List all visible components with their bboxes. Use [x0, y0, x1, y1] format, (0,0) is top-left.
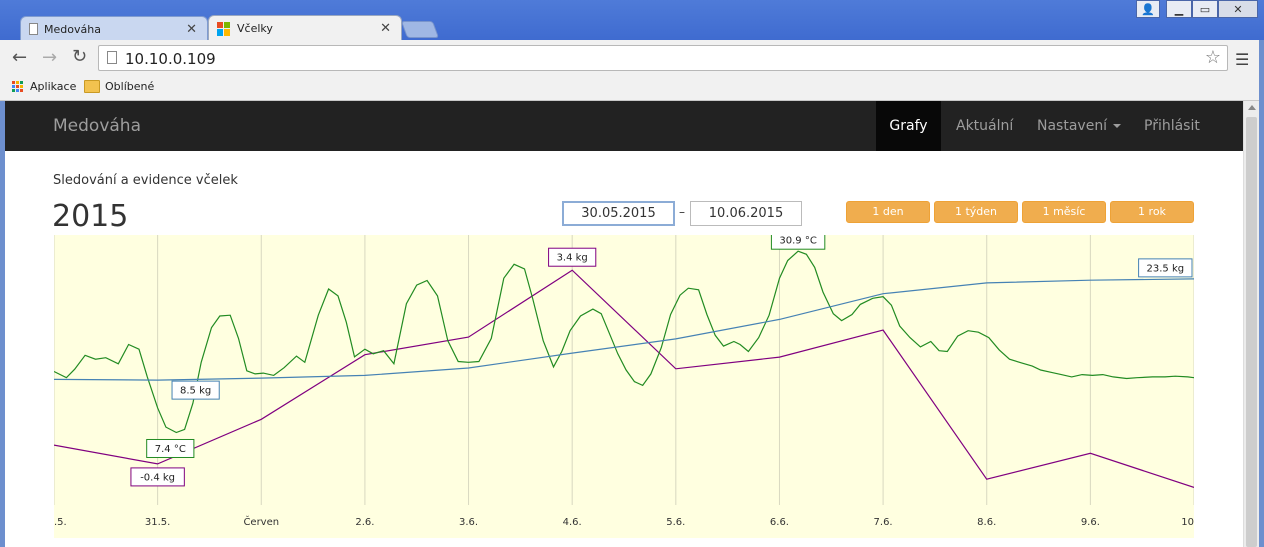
date-to-input[interactable] [690, 201, 802, 226]
url-text: 10.10.0.109 [125, 50, 216, 68]
x-tick-label: 7.6. [874, 517, 893, 528]
nav-label: Přihlásit [1144, 118, 1200, 134]
minimize-button[interactable]: ▁ [1166, 0, 1192, 18]
tab-title: Včelky [237, 22, 273, 35]
nav-nastaveni[interactable]: Nastavení [1037, 101, 1122, 151]
scrollbar-thumb[interactable] [1246, 117, 1257, 547]
close-icon[interactable]: ✕ [380, 21, 391, 36]
nav-aktualni[interactable]: Aktuální [956, 101, 1013, 151]
range-1-day-button[interactable]: 1 den [846, 201, 930, 223]
bookmark-label: Oblíbené [105, 80, 155, 93]
page-year-title: 2015 [52, 199, 129, 234]
windows-logo-icon [217, 21, 231, 36]
bookmark-label: Aplikace [30, 80, 77, 93]
data-label: 23.5 kg [1147, 263, 1185, 274]
x-tick-label: 3.6. [459, 517, 478, 528]
x-tick-label: Červen [243, 515, 279, 528]
close-icon[interactable]: ✕ [186, 22, 197, 37]
bookmarks-bar: Aplikace Oblíbené [0, 76, 1264, 101]
reload-icon[interactable]: ↻ [72, 46, 87, 67]
bookmark-apps[interactable]: Aplikace [12, 80, 76, 93]
chart-background [54, 235, 1194, 538]
page-icon [107, 51, 117, 64]
user-icon[interactable]: 👤 [1136, 0, 1160, 18]
x-tick-label: 31.5. [145, 517, 170, 528]
brand-link[interactable]: Medováha [53, 116, 141, 136]
x-tick-label: 9.6. [1081, 517, 1100, 528]
top-navbar: Medováha Grafy Aktuální Nastavení Přihlá… [5, 101, 1243, 151]
window-border [1259, 40, 1264, 547]
scroll-up-icon[interactable] [1248, 105, 1256, 110]
page-subtitle: Sledování a evidence včelek [53, 173, 238, 188]
data-label: 8.5 kg [180, 386, 211, 397]
tab-title: Medováha [44, 22, 101, 36]
bookmark-oblibene[interactable]: Oblíbené [84, 80, 154, 93]
nav-grafy[interactable]: Grafy [876, 101, 941, 151]
date-from-input[interactable] [562, 201, 675, 226]
tab-vcelky[interactable]: Včelky ✕ [208, 15, 402, 41]
x-tick-label: 10 [1181, 517, 1194, 528]
vertical-scrollbar[interactable] [1243, 101, 1260, 547]
new-tab-button[interactable] [400, 21, 440, 38]
hamburger-menu-icon[interactable]: ☰ [1235, 50, 1249, 69]
range-1-year-button[interactable]: 1 rok [1110, 201, 1194, 223]
x-tick-label: 2.6. [355, 517, 374, 528]
range-1-month-button[interactable]: 1 měsíc [1022, 201, 1106, 223]
maximize-button[interactable]: ▭ [1192, 0, 1218, 18]
hive-chart: .5. 31.5. Červen 2.6. 3.6. 4.6. 5.6. 6.6. 7.6. 8.… [53, 230, 1195, 538]
page-content: Medováha Grafy Aktuální Nastavení Přihlá… [5, 101, 1243, 547]
x-tick-label: .5. [54, 517, 67, 528]
x-tick-label: 5.6. [666, 517, 685, 528]
data-label: 3.4 kg [557, 253, 588, 264]
address-bar[interactable]: 10.10.0.109 ☆ [98, 45, 1228, 71]
data-label: 7.4 °C [155, 444, 186, 455]
nav-label: Grafy [889, 118, 928, 134]
nav-label: Aktuální [956, 118, 1014, 134]
forward-arrow-icon[interactable]: → [42, 47, 57, 68]
x-tick-label: 6.6. [770, 517, 789, 528]
x-tick-label: 8.6. [977, 517, 996, 528]
folder-icon [84, 80, 100, 93]
bookmark-star-icon[interactable]: ☆ [1205, 47, 1221, 68]
caret-down-icon [1113, 124, 1122, 128]
range-1-week-button[interactable]: 1 týden [934, 201, 1018, 223]
chart-area: .5. 31.5. Červen 2.6. 3.6. 4.6. 5.6. 6.6. 7.6. 8.… [53, 230, 1195, 538]
nav-label: Nastavení [1037, 118, 1108, 134]
apps-grid-icon [12, 80, 24, 93]
close-window-button[interactable]: ✕ [1218, 0, 1258, 18]
x-tick-label: 4.6. [563, 517, 582, 528]
page-icon [29, 23, 38, 35]
tab-medovaha[interactable]: Medováha ✕ [20, 16, 208, 41]
back-arrow-icon[interactable]: ← [12, 47, 27, 68]
nav-prihlasit[interactable]: Přihlásit [1144, 101, 1200, 151]
data-label: -0.4 kg [140, 472, 175, 483]
date-separator: – [679, 205, 685, 219]
data-label: 30.9 °C [779, 236, 816, 247]
